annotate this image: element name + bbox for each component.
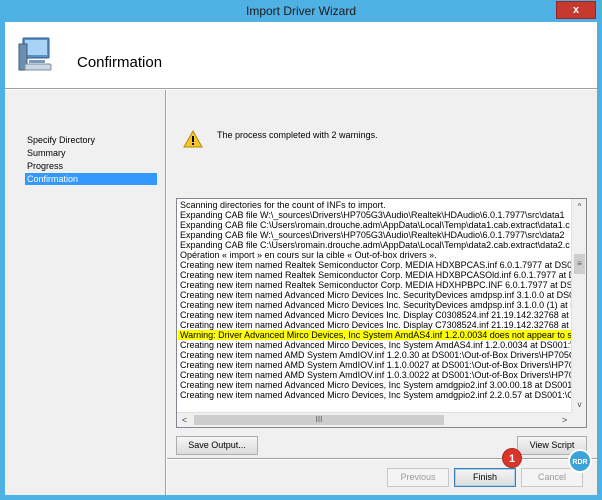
- scroll-up-arrow[interactable]: ^: [572, 199, 587, 214]
- log-line: Creating new item named Advanced Micro D…: [180, 300, 572, 310]
- scroll-corner: [571, 412, 586, 427]
- wizard-client-area: Confirmation Specify Directory Summary P…: [5, 22, 597, 495]
- nav-item-confirmation[interactable]: Confirmation: [25, 173, 157, 185]
- log-line: Opération « import » en cours sur la cib…: [180, 250, 437, 260]
- window-title: Import Driver Wizard: [245, 4, 356, 18]
- log-line-warning: Warning: Driver Advanced Mirco Devices, …: [178, 330, 572, 340]
- save-output-button[interactable]: Save Output...: [176, 436, 258, 455]
- log-line: Scanning directories for the count of IN…: [180, 200, 386, 210]
- wizard-steps-nav: Specify Directory Summary Progress Confi…: [5, 90, 165, 495]
- watermark-logo: RDR: [568, 449, 592, 473]
- log-line: Expanding CAB file C:\Users\romain.drouc…: [180, 240, 570, 250]
- step-marker-badge: 1: [502, 448, 522, 468]
- scroll-right-arrow[interactable]: >: [557, 413, 572, 428]
- nav-divider: [165, 90, 167, 495]
- log-line: Creating new item named AMD System AmdIO…: [180, 360, 572, 370]
- horizontal-scrollbar[interactable]: < III >: [177, 412, 572, 427]
- log-line: Creating new item named Advanced Micro D…: [180, 390, 572, 400]
- log-line: Creating new item named AMD System AmdIO…: [180, 370, 572, 380]
- log-line: Creating new item named Realtek Semicond…: [180, 270, 572, 280]
- log-line: Creating new item named Advanced Micro D…: [180, 380, 572, 390]
- finish-button[interactable]: Finish: [454, 468, 516, 487]
- vertical-scrollbar[interactable]: ^ ≡ v: [571, 199, 586, 412]
- import-driver-wizard-window: Import Driver Wizard x Confirmation Spec…: [0, 0, 602, 500]
- log-line: Creating new item named Advanced Mirco D…: [180, 340, 572, 350]
- warning-icon: [183, 130, 203, 148]
- log-line: Creating new item named Realtek Semicond…: [180, 260, 572, 270]
- log-line: Expanding CAB file C:\Users\romain.drouc…: [180, 220, 570, 230]
- nav-item-specify-directory[interactable]: Specify Directory: [25, 134, 157, 146]
- close-button[interactable]: x: [556, 1, 596, 19]
- log-line: Creating new item named Advanced Micro D…: [180, 310, 572, 320]
- status-message: The process completed with 2 warnings.: [217, 130, 378, 140]
- log-line: Expanding CAB file W:\_sources\Drivers\H…: [180, 210, 565, 220]
- wizard-body: Specify Directory Summary Progress Confi…: [5, 90, 597, 495]
- nav-item-summary[interactable]: Summary: [25, 147, 157, 159]
- output-log[interactable]: Scanning directories for the count of IN…: [176, 198, 587, 428]
- log-line: Creating new item named Advanced Micro D…: [180, 320, 572, 330]
- log-line: Creating new item named Advanced Micro D…: [180, 290, 572, 300]
- previous-button[interactable]: Previous: [387, 468, 449, 487]
- scroll-left-arrow[interactable]: <: [177, 413, 192, 428]
- nav-item-progress[interactable]: Progress: [25, 160, 157, 172]
- title-bar[interactable]: Import Driver Wizard x: [0, 0, 602, 22]
- page-title: Confirmation: [77, 54, 163, 71]
- vertical-scroll-thumb[interactable]: ≡: [574, 254, 585, 274]
- log-lines: Scanning directories for the count of IN…: [178, 200, 572, 412]
- scroll-down-arrow[interactable]: v: [572, 397, 587, 412]
- wizard-header: Confirmation: [5, 22, 597, 88]
- computer-icon: [18, 37, 52, 71]
- horizontal-scroll-thumb[interactable]: III: [194, 415, 444, 425]
- log-line: Creating new item named AMD System AmdIO…: [180, 350, 572, 360]
- log-line: Expanding CAB file W:\_sources\Drivers\H…: [180, 230, 565, 240]
- footer-divider: [167, 458, 597, 460]
- log-line: Creating new item named Realtek Semicond…: [180, 280, 572, 290]
